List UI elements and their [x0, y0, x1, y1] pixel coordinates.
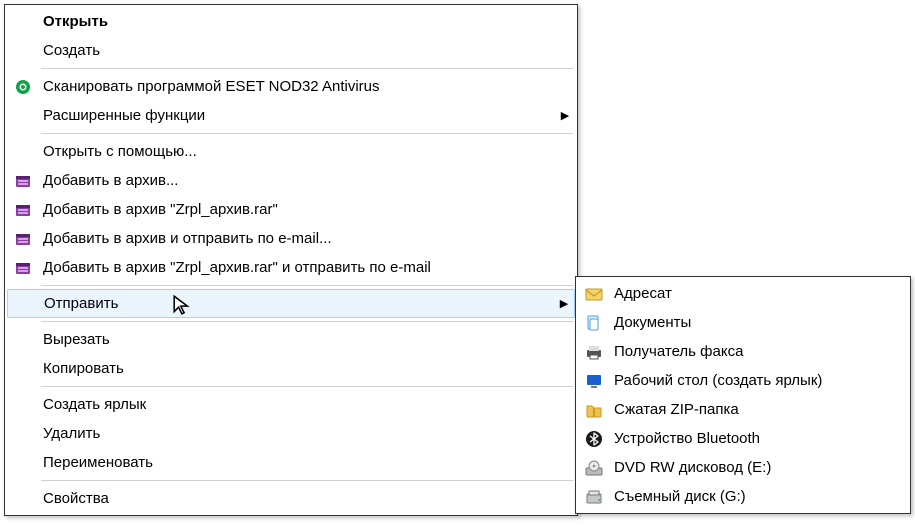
removable-disk-icon — [578, 488, 610, 506]
eset-icon — [7, 78, 39, 96]
menu-open-with[interactable]: Открыть с помощью... — [7, 137, 575, 166]
sendto-fax-label: Получатель факса — [610, 343, 908, 360]
menu-send-to-label: Отправить — [40, 295, 554, 312]
menu-rename-label: Переименовать — [39, 454, 575, 471]
menu-archive-and-email-label: Добавить в архив и отправить по e-mail..… — [39, 230, 575, 247]
menu-add-to-named-archive[interactable]: Добавить в архив "Zrpl_архив.rar" — [7, 195, 575, 224]
sendto-desktop-label: Рабочий стол (создать ярлык) — [610, 372, 908, 389]
sendto-bluetooth[interactable]: Устройство Bluetooth — [578, 424, 908, 453]
menu-copy[interactable]: Копировать — [7, 354, 575, 383]
menu-delete-label: Удалить — [39, 425, 575, 442]
sendto-documents-label: Документы — [610, 314, 908, 331]
zip-folder-icon — [578, 401, 610, 419]
winrar-icon — [7, 172, 39, 190]
context-menu-main: Открыть Создать Сканировать программой E… — [4, 4, 578, 516]
sendto-recipient-label: Адресат — [610, 285, 908, 302]
menu-archive-named-and-email[interactable]: Добавить в архив "Zrpl_архив.rar" и отпр… — [7, 253, 575, 282]
menu-delete[interactable]: Удалить — [7, 419, 575, 448]
separator — [41, 285, 573, 286]
separator — [41, 68, 573, 69]
fax-icon — [578, 343, 610, 361]
menu-add-to-archive[interactable]: Добавить в архив... — [7, 166, 575, 195]
menu-scan-eset-label: Сканировать программой ESET NOD32 Antivi… — [39, 78, 575, 95]
menu-send-to[interactable]: Отправить ▶ — [7, 289, 575, 318]
separator — [41, 133, 573, 134]
submenu-arrow-icon: ▶ — [555, 109, 575, 122]
sendto-removable-disk[interactable]: Съемный диск (G:) — [578, 482, 908, 511]
submenu-arrow-icon: ▶ — [554, 297, 574, 310]
menu-advanced-functions[interactable]: Расширенные функции ▶ — [7, 101, 575, 130]
desktop-icon — [578, 372, 610, 390]
documents-icon — [578, 314, 610, 332]
bluetooth-icon — [578, 430, 610, 448]
menu-advanced-functions-label: Расширенные функции — [39, 107, 555, 124]
sendto-documents[interactable]: Документы — [578, 308, 908, 337]
menu-add-to-named-archive-label: Добавить в архив "Zrpl_архив.rar" — [39, 201, 575, 218]
menu-archive-named-and-email-label: Добавить в архив "Zrpl_архив.rar" и отпр… — [39, 259, 575, 276]
menu-open[interactable]: Открыть — [7, 7, 575, 36]
winrar-icon — [7, 201, 39, 219]
menu-add-to-archive-label: Добавить в архив... — [39, 172, 575, 189]
menu-properties-label: Свойства — [39, 490, 575, 507]
menu-cut[interactable]: Вырезать — [7, 325, 575, 354]
sendto-dvd-drive[interactable]: DVD RW дисковод (E:) — [578, 453, 908, 482]
menu-scan-eset[interactable]: Сканировать программой ESET NOD32 Antivi… — [7, 72, 575, 101]
menu-open-with-label: Открыть с помощью... — [39, 143, 575, 160]
sendto-desktop[interactable]: Рабочий стол (создать ярлык) — [578, 366, 908, 395]
sendto-zip[interactable]: Сжатая ZIP-папка — [578, 395, 908, 424]
separator — [41, 386, 573, 387]
menu-create-label: Создать — [39, 42, 575, 59]
menu-cut-label: Вырезать — [39, 331, 575, 348]
menu-rename[interactable]: Переименовать — [7, 448, 575, 477]
menu-create[interactable]: Создать — [7, 36, 575, 65]
menu-properties[interactable]: Свойства — [7, 484, 575, 513]
sendto-recipient[interactable]: Адресат — [578, 279, 908, 308]
sendto-dvd-label: DVD RW дисковод (E:) — [610, 459, 908, 476]
separator — [41, 321, 573, 322]
menu-create-shortcut-label: Создать ярлык — [39, 396, 575, 413]
menu-create-shortcut[interactable]: Создать ярлык — [7, 390, 575, 419]
sendto-fax[interactable]: Получатель факса — [578, 337, 908, 366]
sendto-zip-label: Сжатая ZIP-папка — [610, 401, 908, 418]
winrar-icon — [7, 259, 39, 277]
menu-open-label: Открыть — [39, 13, 575, 30]
sendto-removable-label: Съемный диск (G:) — [610, 488, 908, 505]
context-menu-sendto: Адресат Документы Получатель факса Рабоч… — [575, 276, 911, 514]
sendto-bluetooth-label: Устройство Bluetooth — [610, 430, 908, 447]
winrar-icon — [7, 230, 39, 248]
menu-archive-and-email[interactable]: Добавить в архив и отправить по e-mail..… — [7, 224, 575, 253]
mail-icon — [578, 285, 610, 303]
dvd-drive-icon — [578, 459, 610, 477]
menu-copy-label: Копировать — [39, 360, 575, 377]
separator — [41, 480, 573, 481]
